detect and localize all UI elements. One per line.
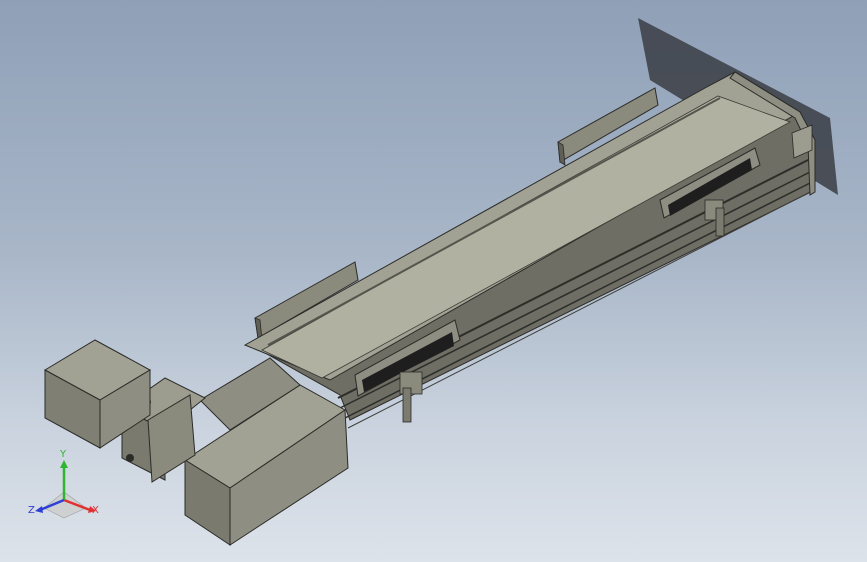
z-axis-arrow-icon	[35, 506, 43, 513]
x-axis-label: X	[92, 505, 99, 516]
z-axis-label: Z	[28, 505, 35, 516]
body-side-face	[258, 111, 816, 421]
linear-actuator-model[interactable]	[0, 0, 867, 562]
y-axis-label: Y	[60, 449, 67, 460]
coordinate-triad[interactable]: X Y Z	[28, 448, 104, 524]
y-axis-arrow-icon	[60, 460, 68, 468]
graphics-viewport[interactable]: X Y Z	[0, 0, 867, 562]
actuator-body[interactable]	[243, 71, 816, 429]
